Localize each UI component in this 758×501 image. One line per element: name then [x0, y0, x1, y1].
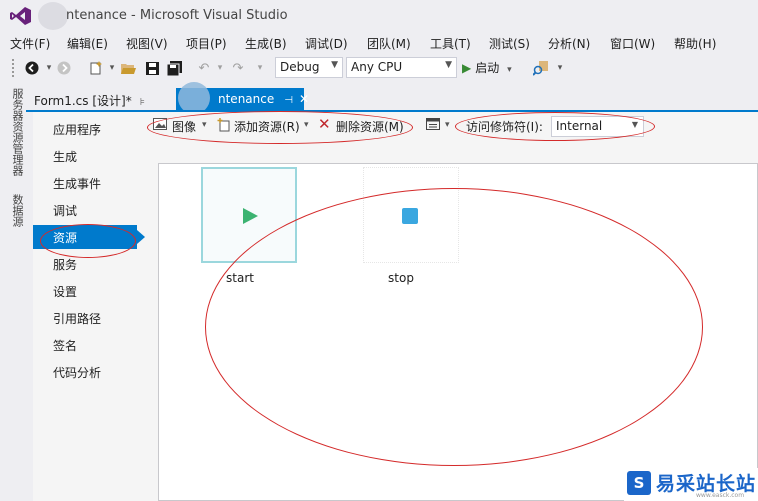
resource-type-dropdown-icon[interactable]: ▾ [202, 120, 207, 130]
remove-resource-icon: ✕ [318, 115, 331, 133]
menu-view[interactable]: 视图(V) [126, 35, 168, 52]
menu-debug[interactable]: 调试(D) [305, 35, 348, 52]
server-explorer-tab[interactable]: 服务器资源管理器 [9, 88, 24, 176]
access-modifier-select[interactable]: Internal ▼ [551, 116, 644, 137]
nav-reference-paths[interactable]: 引用路径 [33, 306, 145, 330]
menu-edit[interactable]: 编辑(E) [67, 35, 108, 52]
solution-configuration-select[interactable]: Debug ▼ [275, 57, 343, 78]
resource-name-stop[interactable]: stop [353, 271, 449, 285]
views-dropdown-icon[interactable]: ▾ [445, 120, 450, 130]
navigate-forward-icon[interactable] [56, 60, 72, 76]
save-icon[interactable] [144, 60, 160, 76]
open-file-icon[interactable] [120, 60, 136, 76]
nav-build-events[interactable]: 生成事件 [33, 171, 145, 195]
menu-analyze[interactable]: 分析(N) [548, 35, 590, 52]
image-icon [153, 118, 167, 133]
properties-nav: 应用程序 生成 生成事件 调试 资源 服务 设置 引用路径 签名 代码分析 [33, 112, 145, 501]
tab-label: ntenance [218, 92, 275, 106]
site-watermark: S 易采站长站 www.easck.com [624, 468, 758, 501]
resource-name-start[interactable]: start [192, 271, 288, 285]
new-project-dropdown-icon[interactable]: ▾ [104, 60, 120, 76]
menu-file[interactable]: 文件(F) [10, 35, 50, 52]
resource-type-button[interactable]: 图像 [172, 118, 196, 135]
active-nav-pointer [137, 230, 145, 244]
stop-square-icon [402, 208, 418, 224]
data-sources-tab[interactable]: 数据源 [9, 194, 24, 227]
watermark-url: www.easck.com [696, 492, 745, 499]
pin-icon[interactable]: ⊧ [140, 97, 145, 108]
menu-tools[interactable]: 工具(T) [430, 35, 471, 52]
navigate-back-dropdown-icon[interactable]: ▾ [41, 60, 57, 76]
start-label: 启动 [475, 61, 500, 75]
solution-platform-select[interactable]: Any CPU ▼ [346, 57, 457, 78]
watermark-logo: S [627, 471, 651, 495]
redacted-area [38, 2, 68, 30]
navigate-back-icon[interactable] [24, 60, 40, 76]
play-icon: ▶ [462, 61, 472, 75]
access-modifier-label: 访问修饰符(I): [466, 120, 543, 134]
undo-icon[interactable]: ↶ [196, 60, 212, 76]
remove-resource-button[interactable]: 删除资源(M) [336, 118, 404, 135]
views-icon[interactable] [426, 118, 440, 133]
solution-platform-value: Any CPU [351, 60, 403, 74]
menu-build[interactable]: 生成(B) [245, 35, 287, 52]
menu-window[interactable]: 窗口(W) [610, 35, 655, 52]
start-debugging-button[interactable]: ▶ 启动 ▾ [462, 59, 512, 76]
menu-team[interactable]: 团队(M) [367, 35, 411, 52]
resource-tile-stop[interactable] [363, 167, 459, 263]
add-resource-button[interactable]: 添加资源(R) [234, 118, 300, 135]
chevron-down-icon: ▼ [631, 120, 638, 129]
new-project-icon[interactable] [88, 60, 104, 76]
nav-code-analysis[interactable]: 代码分析 [33, 360, 145, 384]
pin-icon[interactable]: ⊣ [284, 95, 293, 106]
nav-build[interactable]: 生成 [33, 144, 145, 168]
nav-resources[interactable]: 资源 [33, 225, 137, 249]
add-resource-dropdown-icon[interactable]: ▾ [304, 120, 309, 130]
tab-form1-design[interactable]: Form1.cs [设计]* ⊧ [28, 88, 151, 112]
find-in-files-icon[interactable] [532, 60, 548, 76]
resource-tile-start[interactable] [201, 167, 297, 263]
menu-help[interactable]: 帮助(H) [674, 35, 716, 52]
nav-services[interactable]: 服务 [33, 252, 145, 276]
chevron-down-icon: ▼ [445, 60, 452, 70]
document-tab-strip: Form1.cs [设计]* ⊧ ntenance ⊣ ✕ [26, 88, 758, 112]
solution-configuration-value: Debug [280, 60, 320, 74]
resource-toolbar: 图像 ▾ 添加资源(R) ▾ ✕ 删除资源(M) ▾ 访问修饰符(I): Int… [145, 113, 758, 139]
access-modifier-value: Internal [556, 119, 603, 133]
toolbar-options-icon[interactable]: ▾ [552, 60, 568, 76]
standard-toolbar: ▾ ▾ ↶ ▾ ↷ ▾ Debug ▼ Any CPU ▼ ▶ 启动 ▾ ▾ [0, 54, 758, 82]
redo-dropdown-icon[interactable]: ▾ [252, 60, 268, 76]
nav-signing[interactable]: 签名 [33, 333, 145, 357]
menu-bar: 文件(F) 编辑(E) 视图(V) 项目(P) 生成(B) 调试(D) 团队(M… [0, 32, 758, 54]
add-resource-icon [217, 118, 231, 135]
close-icon[interactable]: ✕ [299, 92, 309, 106]
menu-test[interactable]: 测试(S) [489, 35, 530, 52]
redo-icon[interactable]: ↷ [230, 60, 246, 76]
tab-label: Form1.cs [设计]* [34, 94, 132, 108]
side-tool-window-strip: 服务器资源管理器 数据源 [0, 84, 26, 501]
start-dropdown-icon[interactable]: ▾ [507, 65, 512, 75]
nav-application[interactable]: 应用程序 [33, 117, 145, 141]
nav-debug[interactable]: 调试 [33, 198, 145, 222]
window-title: ntenance - Microsoft Visual Studio [66, 8, 288, 23]
nav-settings[interactable]: 设置 [33, 279, 145, 303]
play-triangle-icon [243, 208, 258, 224]
undo-dropdown-icon[interactable]: ▾ [212, 60, 228, 76]
chevron-down-icon: ▼ [331, 60, 338, 70]
toolbar-grip-icon[interactable] [12, 59, 16, 77]
menu-project[interactable]: 项目(P) [186, 35, 227, 52]
title-bar: ntenance - Microsoft Visual Studio [0, 0, 758, 32]
save-all-icon[interactable] [166, 60, 182, 76]
visual-studio-logo-icon [10, 7, 31, 25]
